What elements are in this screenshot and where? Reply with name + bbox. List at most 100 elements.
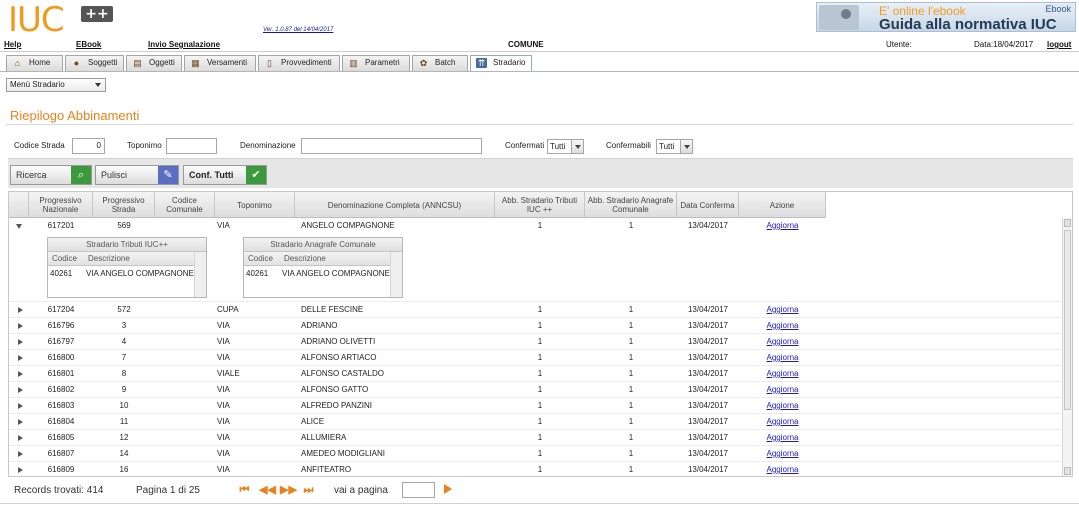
table-row[interactable]: 616800 7 VIA ALFONSO ARTIACO 1 1 13/04/2017 Agg… bbox=[9, 350, 1061, 366]
col-data-conferma[interactable]: Data Conferma bbox=[677, 192, 739, 218]
confermabili-select[interactable]: Tutti bbox=[656, 139, 693, 154]
scroll-up-icon[interactable] bbox=[1064, 219, 1071, 227]
expand-triangle-icon[interactable] bbox=[18, 419, 23, 425]
sub-tributi-row[interactable]: 40261 VIA ANGELO COMPAGNONE bbox=[48, 266, 206, 282]
collapse-triangle-icon[interactable] bbox=[16, 224, 22, 229]
table-row[interactable]: 616797 4 VIA ADRIANO OLIVETTI 1 1 13/04/2017 Ag… bbox=[9, 334, 1061, 350]
scroll-thumb[interactable] bbox=[1064, 230, 1071, 410]
tab-home[interactable]: ⌂ Home bbox=[6, 55, 63, 71]
expand-triangle-icon[interactable] bbox=[18, 355, 23, 361]
aggiorna-link[interactable]: Aggiorna bbox=[766, 321, 798, 330]
table-row[interactable]: 616809 16 VIA ANFITEATRO 1 1 13/04/2017 Aggiorn… bbox=[9, 462, 1061, 476]
table-cell: 3 bbox=[121, 321, 127, 330]
road-icon: ⇈ bbox=[476, 58, 487, 68]
expand-triangle-icon[interactable] bbox=[18, 467, 23, 473]
tab-provvedimenti[interactable]: ▯ Provvedimenti bbox=[258, 55, 340, 71]
expand-triangle-icon[interactable] bbox=[18, 387, 23, 393]
aggiorna-link[interactable]: Aggiorna bbox=[766, 353, 798, 362]
menu-ebook[interactable]: EBook bbox=[76, 40, 101, 49]
goto-page-input[interactable] bbox=[402, 482, 435, 498]
table-row[interactable]: 616807 14 VIA AMEDEO MODIGLIANI 1 1 13/04/2017… bbox=[9, 446, 1061, 462]
table-row[interactable]: 616802 9 VIA ALFONSO GATTO 1 1 13/04/2017 Aggio… bbox=[9, 382, 1061, 398]
table-cell: VIA bbox=[217, 417, 230, 426]
confermati-select[interactable]: Tutti bbox=[547, 139, 584, 154]
col-azione[interactable]: Azione bbox=[739, 192, 826, 218]
table-cell: 10 bbox=[119, 401, 129, 410]
ricerca-button[interactable]: Ricerca ⌕ bbox=[10, 165, 92, 185]
expand-triangle-icon[interactable] bbox=[18, 435, 23, 441]
menu-help[interactable]: Help bbox=[4, 40, 21, 49]
table-row[interactable]: 616805 12 VIA ALLUMIERA 1 1 13/04/2017 Aggiorna bbox=[9, 430, 1061, 446]
denominazione-input[interactable] bbox=[301, 138, 482, 154]
table-cell: 1 bbox=[628, 305, 634, 314]
table-cell: 9 bbox=[121, 385, 127, 394]
table-cell: VIA bbox=[217, 401, 230, 410]
aggiorna-link[interactable]: Aggiorna bbox=[766, 417, 798, 426]
table-cell: Aggiorna bbox=[739, 414, 826, 430]
expand-triangle-icon[interactable] bbox=[18, 339, 23, 345]
expand-triangle-icon[interactable] bbox=[18, 451, 23, 457]
conferma-tutti-button[interactable]: Conf. Tutti ✔ bbox=[183, 165, 267, 185]
aggiorna-link[interactable]: Aggiorna bbox=[766, 465, 798, 474]
aggiorna-link[interactable]: Aggiorna bbox=[766, 221, 798, 230]
tab-stradario[interactable]: ⇈ Stradario bbox=[470, 55, 532, 72]
codice-strada-input[interactable]: 0 bbox=[72, 138, 105, 154]
table-row[interactable]: 616804 11 VIA ALICE 1 1 13/04/2017 Aggiorna bbox=[9, 414, 1061, 430]
pulisci-button[interactable]: Pulisci ✎ bbox=[95, 165, 179, 185]
tab-batch[interactable]: ✿ Batch bbox=[412, 55, 468, 71]
expand-triangle-icon[interactable] bbox=[18, 307, 23, 313]
tab-soggetti[interactable]: ● Soggetti bbox=[65, 55, 124, 71]
prev-page-icon[interactable]: ◀◀ bbox=[259, 484, 276, 496]
first-page-icon[interactable]: ⏮ bbox=[238, 484, 251, 496]
toponimo-input[interactable] bbox=[166, 138, 217, 154]
sub-tributi-scrollbar[interactable] bbox=[194, 252, 206, 297]
aggiorna-link[interactable]: Aggiorna bbox=[766, 305, 798, 314]
table-row[interactable]: 616803 10 VIA ALFREDO PANZINI 1 1 13/04/2017 Ag… bbox=[9, 398, 1061, 414]
col-toponimo[interactable]: Toponimo bbox=[215, 192, 295, 218]
tab-parametri[interactable]: ▥ Parametri bbox=[342, 55, 410, 71]
aggiorna-link[interactable]: Aggiorna bbox=[766, 401, 798, 410]
sub-anagrafe-scrollbar[interactable] bbox=[390, 252, 402, 297]
tab-oggetti[interactable]: ▤ Oggetti bbox=[126, 55, 182, 71]
table-row[interactable]: 617204 572 CUPA DELLE FESCINE 1 1 13/04/2017 Ag… bbox=[9, 302, 1061, 318]
grid-scrollbar[interactable] bbox=[1062, 218, 1072, 476]
table-row[interactable]: 616796 3 VIA ADRIANO 1 1 13/04/2017 Aggiorna bbox=[9, 318, 1061, 334]
tab-versamenti[interactable]: ▦ Versamenti bbox=[184, 55, 256, 71]
ebook-banner[interactable]: E' online l'ebook Guida alla normativa I… bbox=[816, 2, 1076, 32]
page-indicator: Pagina 1 di 25 bbox=[136, 485, 200, 496]
table-cell: 4 bbox=[121, 337, 127, 346]
sub-grid-anagrafe: Stradario Anagrafe Comunale Codice Descr… bbox=[243, 237, 403, 298]
table-cell bbox=[155, 430, 215, 446]
table-cell: 11 bbox=[119, 417, 129, 426]
app-logo: IUC bbox=[8, 0, 65, 40]
logout-link[interactable]: logout bbox=[1047, 40, 1071, 49]
expand-triangle-icon[interactable] bbox=[18, 403, 23, 409]
aggiorna-link[interactable]: Aggiorna bbox=[766, 433, 798, 442]
aggiorna-link[interactable]: Aggiorna bbox=[766, 369, 798, 378]
table-cell: Aggiorna bbox=[739, 218, 826, 234]
aggiorna-link[interactable]: Aggiorna bbox=[766, 385, 798, 394]
menu-invio-segnalazione[interactable]: Invio Segnalazione bbox=[148, 40, 220, 49]
last-page-icon[interactable]: ⏭ bbox=[302, 484, 315, 496]
table-cell bbox=[155, 334, 215, 350]
col-denominazione[interactable]: Denominazione Completa (ANNCSU) bbox=[295, 192, 495, 218]
next-page-icon[interactable]: ▶▶ bbox=[280, 484, 297, 496]
stradario-menu-select[interactable]: Menù Stradario bbox=[6, 78, 106, 92]
aggiorna-link[interactable]: Aggiorna bbox=[766, 337, 798, 346]
grid-header: Progressivo Nazionale Progressivo Strada… bbox=[9, 192, 826, 218]
col-codice-comunale[interactable]: Codice Comunale bbox=[155, 192, 215, 218]
aggiorna-link[interactable]: Aggiorna bbox=[766, 449, 798, 458]
table-cell: 569 bbox=[117, 221, 131, 230]
table-cell: 1 bbox=[628, 465, 634, 474]
go-arrow-icon[interactable] bbox=[444, 484, 452, 494]
expand-triangle-icon[interactable] bbox=[18, 323, 23, 329]
version-link[interactable]: Ver. 1.0.87 del 14/04/2017 bbox=[263, 27, 333, 33]
col-progressivo-nazionale[interactable]: Progressivo Nazionale bbox=[29, 192, 93, 218]
table-row[interactable]: 616801 8 VIALE ALFONSO CASTALDO 1 1 13/04/2017… bbox=[9, 366, 1061, 382]
expand-triangle-icon[interactable] bbox=[18, 371, 23, 377]
col-abb-anagrafe[interactable]: Abb. Stradario Anagrafe Comunale bbox=[585, 192, 677, 218]
col-abb-tributi[interactable]: Abb. Stradario Tributi IUC ++ bbox=[495, 192, 585, 218]
scroll-down-icon[interactable] bbox=[1064, 467, 1071, 475]
col-progressivo-strada[interactable]: Progressivo Strada bbox=[93, 192, 155, 218]
sub-anagrafe-row[interactable]: 40261 VIA ANGELO COMPAGNONE bbox=[244, 266, 402, 282]
